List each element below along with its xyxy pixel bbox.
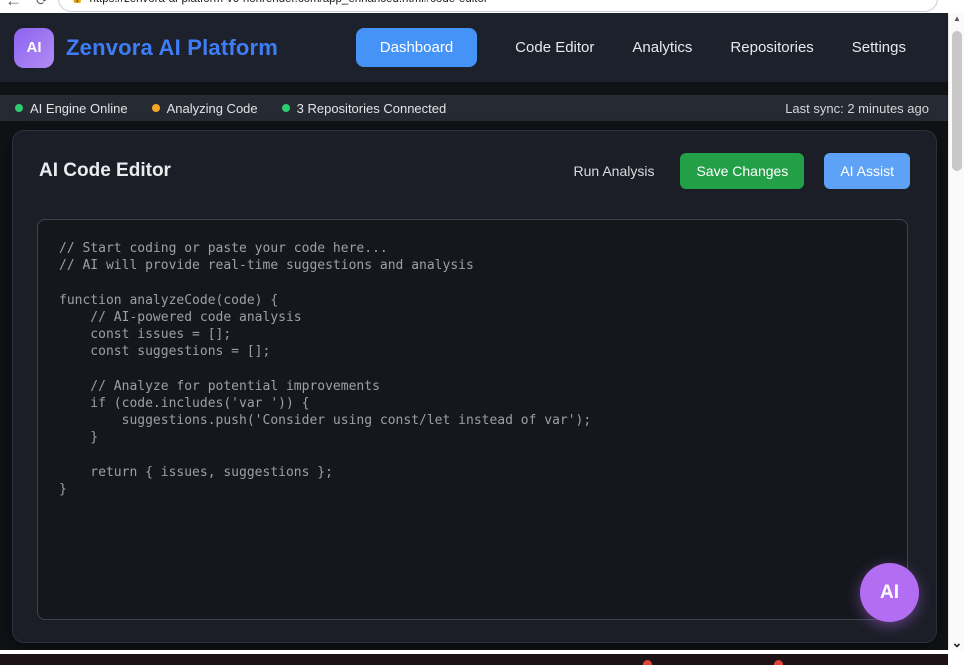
reload-icon[interactable]: ⟳ (36, 0, 48, 9)
code-editor-card: AI Code Editor Run Analysis Save Changes… (12, 130, 937, 643)
nav-item-dashboard[interactable]: Dashboard (356, 28, 477, 67)
app-header: AI Zenvora AI Platform Dashboard Code Ed… (0, 13, 948, 82)
browser-chrome: ← ⟳ 🔒 https://zenvora-ai-platform-v6-non… (0, 0, 964, 13)
brand-title: Zenvora AI Platform (66, 35, 278, 61)
status-repos: 3 Repositories Connected (282, 101, 447, 116)
status-dot-green-icon (15, 104, 23, 112)
code-editor-area[interactable]: // Start coding or paste your code here.… (37, 219, 908, 620)
url-text: https://zenvora-ai-platform-v6-nonrender… (89, 0, 487, 5)
card-actions: Run Analysis Save Changes AI Assist (568, 153, 910, 189)
vertical-scrollbar[interactable]: ▲ ⌄ (948, 13, 964, 650)
back-icon[interactable]: ← (5, 0, 22, 11)
ai-fab-button[interactable]: AI (860, 563, 919, 622)
status-dot-green2-icon (282, 104, 290, 112)
scrollbar-thumb[interactable] (952, 31, 962, 171)
main-nav: Dashboard Code Editor Analytics Reposito… (356, 28, 906, 67)
app-logo: AI (14, 28, 54, 68)
status-engine-label: AI Engine Online (30, 101, 128, 116)
save-changes-button[interactable]: Save Changes (680, 153, 804, 189)
status-bar: AI Engine Online Analyzing Code 3 Reposi… (0, 95, 948, 121)
status-analyzing: Analyzing Code (152, 101, 258, 116)
red-dot-icon (774, 660, 783, 665)
last-sync-label: Last sync: 2 minutes ago (785, 101, 933, 116)
status-dot-orange-icon (152, 104, 160, 112)
status-engine: AI Engine Online (15, 101, 128, 116)
scroll-up-icon[interactable]: ▲ (949, 14, 964, 23)
nav-item-settings[interactable]: Settings (852, 39, 906, 56)
nav-item-analytics[interactable]: Analytics (632, 39, 692, 56)
red-dot-icon (643, 660, 652, 665)
app-page: AI Zenvora AI Platform Dashboard Code Ed… (0, 13, 948, 650)
ai-assist-button[interactable]: AI Assist (824, 153, 910, 189)
status-analyzing-label: Analyzing Code (167, 101, 258, 116)
nav-item-code-editor[interactable]: Code Editor (515, 39, 594, 56)
card-header: AI Code Editor Run Analysis Save Changes… (13, 131, 936, 211)
card-title: AI Code Editor (39, 160, 171, 182)
app-logo-text: AI (27, 39, 42, 56)
lock-icon: 🔒 (71, 0, 83, 4)
nav-item-repositories[interactable]: Repositories (730, 39, 813, 56)
url-bar[interactable]: 🔒 https://zenvora-ai-platform-v6-nonrend… (58, 0, 938, 12)
scroll-down-icon[interactable]: ⌄ (949, 637, 964, 649)
code-content[interactable]: // Start coding or paste your code here.… (59, 240, 886, 498)
bottom-section-edge (0, 654, 948, 665)
run-analysis-button[interactable]: Run Analysis (568, 162, 661, 180)
status-repos-label: 3 Repositories Connected (297, 101, 447, 116)
bottom-strip (0, 650, 964, 665)
